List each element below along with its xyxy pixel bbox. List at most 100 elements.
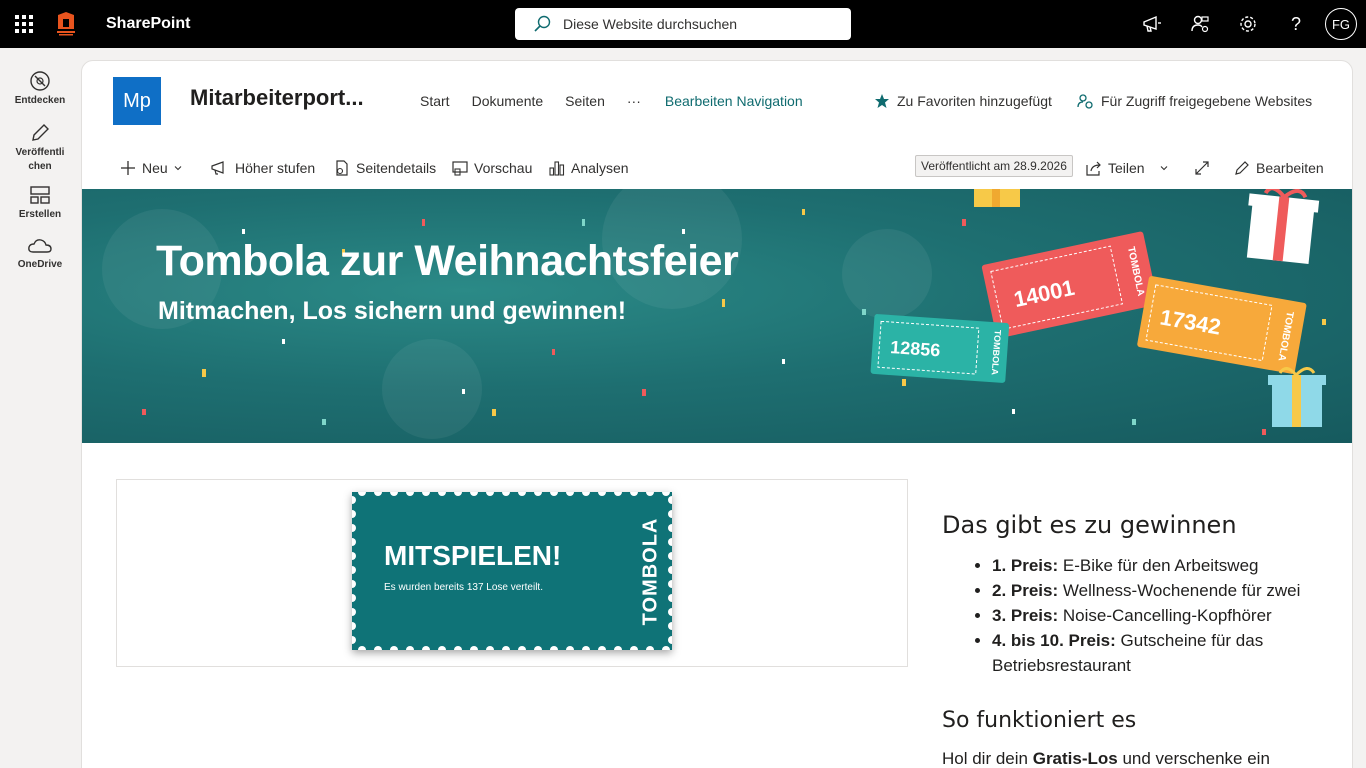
prize-rank: 3. Preis: [992,606,1059,625]
shared-sites-button[interactable]: Für Zugriff freigegebene Websites [1077,93,1312,109]
ticket-teal-number: 12856 [890,337,941,360]
analytics-button[interactable]: Analysen [549,153,629,183]
promote-button[interactable]: Höher stufen [211,153,315,183]
site-logo[interactable]: Mp [113,77,161,125]
appbar-create[interactable]: Erstellen [0,174,80,226]
prize-text: Noise-Cancelling-Kopfhörer [1058,606,1272,625]
prize-text: Wellness-Wochenende für zwei [1058,581,1301,600]
waffle-icon [15,15,33,33]
prize-rank: 1. Preis: [992,556,1059,575]
search-icon [534,15,551,32]
appbar-onedrive[interactable]: OneDrive [0,226,80,278]
people-settings-icon [1191,15,1209,33]
prizes-webpart: Das gibt es zu gewinnen 1. Preis: E-Bike… [942,511,1322,768]
appbar-publish[interactable]: Veröffentli chen [0,112,80,174]
bar-chart-icon [549,161,565,176]
site-title[interactable]: Mitarbeiterport... [190,85,375,111]
people-share-icon [1077,94,1093,109]
preview-icon [452,161,468,176]
site-header: Mp Mitarbeiterport... Start Dokumente Se… [82,61,1352,141]
howto-text-part: Hol dir dein [942,749,1033,768]
play-ticket-button[interactable]: MITSPIELEN! Es wurden bereits 137 Lose v… [352,492,672,650]
promote-label: Höher stufen [235,160,316,176]
edit-button[interactable]: Bearbeiten [1234,153,1324,183]
new-button[interactable]: Neu [120,153,189,183]
prize-text: E-Bike für den Arbeitsweg [1058,556,1259,575]
preview-label: Vorschau [474,160,533,176]
share-button[interactable]: Teilen [1086,153,1175,183]
sharing-button[interactable] [1176,0,1224,48]
share-icon [1086,161,1101,176]
analytics-label: Analysen [571,160,629,176]
list-item: 3. Preis: Noise-Cancelling-Kopfhörer [992,603,1322,628]
question-icon: ? [1290,13,1301,34]
settings-button[interactable] [1224,0,1272,48]
nav-item-documents[interactable]: Dokumente [472,93,544,109]
ticket-side-label: TOMBOLA [638,492,664,650]
pencil-icon [1235,161,1249,175]
edit-navigation-link[interactable]: Bearbeiten Navigation [665,93,803,109]
gift-icon [1246,189,1320,264]
nav-more-button[interactable]: ··· [627,93,641,109]
ticket-side-text: TOMBOLA [639,517,662,625]
new-label: Neu [142,160,168,176]
suite-bar: SharePoint Diese Website durchsuchen ? F… [0,0,1366,48]
org-logo-icon [57,12,75,36]
gear-icon [1240,16,1256,32]
cloud-icon [28,239,52,253]
command-bar: Neu Höher stufen Seitendetails Vorschau … [82,153,1352,183]
edit-label: Bearbeiten [1256,160,1324,176]
hero-banner: Tombola zur Weihnachtsfeier Mitmachen, L… [82,189,1352,443]
app-launcher-button[interactable] [0,0,48,48]
favorite-button[interactable]: Zu Favoriten hinzugefügt [874,93,1052,109]
pencil-icon [32,124,49,141]
ticket-teal: 12856 TOMBOLA [870,314,1010,383]
appbar-label: Entdecken [14,95,66,106]
compass-icon [30,71,50,91]
avatar[interactable]: FG [1325,8,1357,40]
ticket-title: MITSPIELEN! [384,540,562,571]
list-item: 1. Preis: E-Bike für den Arbeitsweg [992,553,1322,578]
app-bar: Entdecken Veröffentli chen Erstellen One… [0,48,80,768]
search-box[interactable]: Diese Website durchsuchen [515,8,851,40]
chevron-down-icon [174,166,182,171]
site-navigation: Start Dokumente Seiten ··· Bearbeiten Na… [420,93,803,109]
expand-icon [1195,161,1209,175]
gift-icon [974,189,1020,207]
nav-item-pages[interactable]: Seiten [565,93,605,109]
megaphone-icon [211,161,224,175]
org-logo[interactable] [54,11,78,37]
search-input[interactable]: Diese Website durchsuchen [563,16,737,32]
shared-sites-label: Für Zugriff freigegebene Websites [1101,93,1313,109]
howto-text: Hol dir dein Gratis-Los und verschenke e… [942,749,1322,768]
preview-button[interactable]: Vorschau [452,153,532,183]
hero-title: Tombola zur Weihnachtsfeier [156,237,739,285]
nav-item-start[interactable]: Start [420,93,450,109]
chevron-down-icon [1160,166,1167,171]
star-icon [875,94,889,108]
appbar-label: Veröffentli chen [15,147,65,172]
appbar-discover[interactable]: Entdecken [0,60,80,112]
appbar-label: Erstellen [18,209,62,220]
page-details-button[interactable]: Seitendetails [334,153,436,183]
news-button[interactable] [1128,0,1176,48]
megaphone-icon [1143,15,1161,32]
ticket-webpart: MITSPIELEN! Es wurden bereits 137 Lose v… [116,479,908,667]
hero-subtitle: Mitmachen, Los sichern und gewinnen! [158,297,627,325]
prizes-heading: Das gibt es zu gewinnen [942,511,1237,539]
favorite-label: Zu Favoriten hinzugefügt [897,93,1052,109]
published-badge: Veröffentlicht am 28.9.2026 [915,155,1073,177]
howto-bold: Gratis-Los [1032,749,1118,768]
expand-button[interactable] [1194,153,1216,183]
suite-icons: ? FG [1128,0,1366,48]
page-settings-icon [336,160,348,176]
page-canvas: Mp Mitarbeiterport... Start Dokumente Se… [81,60,1353,768]
prizes-list: 1. Preis: E-Bike für den Arbeitsweg 2. P… [942,553,1322,678]
list-item: 4. bis 10. Preis: Gutscheine für das Bet… [992,628,1322,678]
ticket-red: 14001 TOMBOLA [981,231,1158,339]
app-name[interactable]: SharePoint [106,15,190,33]
ticket-orange: 17342 TOMBOLA [1137,276,1307,374]
help-button[interactable]: ? [1272,0,1320,48]
tickets-illustration: 14001 TOMBOLA 17342 TOMBOLA 12856 TOMBOL… [870,189,1326,427]
list-item: 2. Preis: Wellness-Wochenende für zwei [992,578,1322,603]
